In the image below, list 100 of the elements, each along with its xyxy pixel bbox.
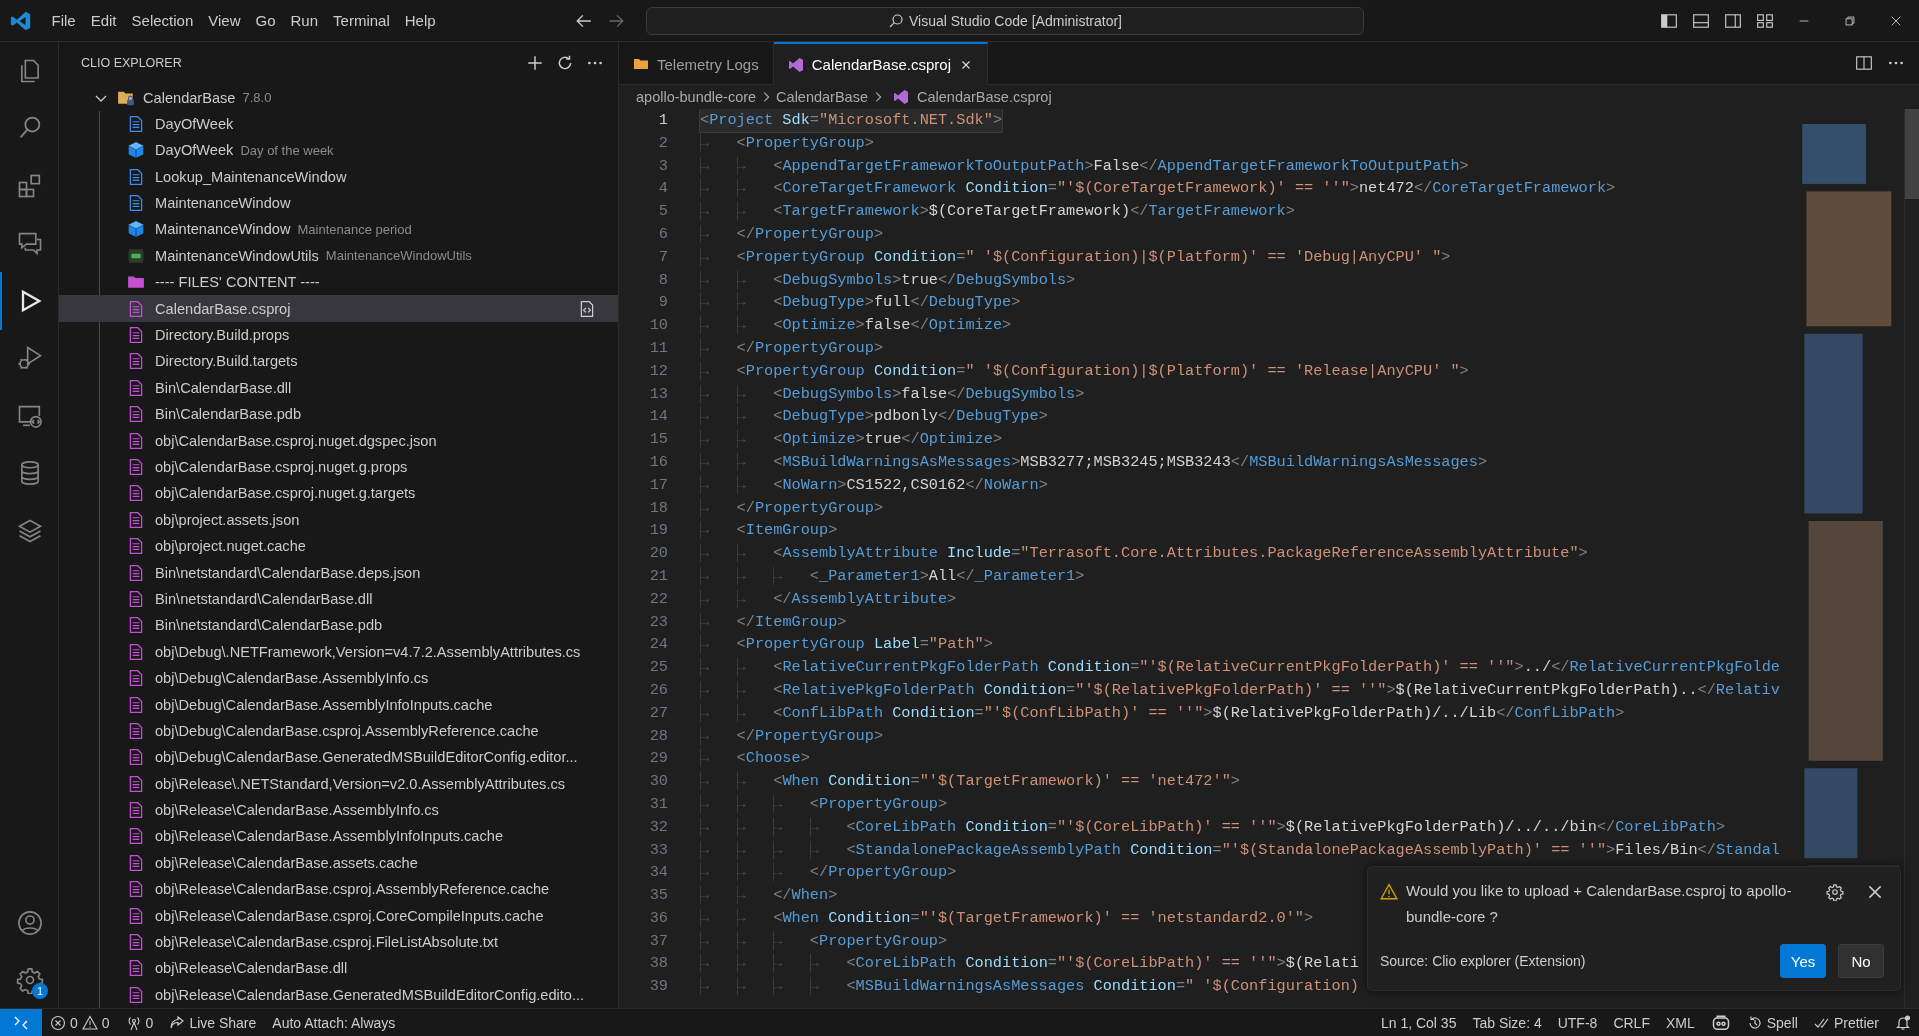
menu-item[interactable]: Selection	[124, 8, 201, 33]
file-icon	[127, 721, 145, 740]
tree-item-label: obj\Release\CalendarBase.AssemblyInfo.cs	[155, 802, 439, 819]
code-line: → <PropertyGroup Condition=" '$(Configuration)|$(Platform)' == 'Release|AnyCPU' ">	[700, 360, 1469, 382]
tree-item[interactable]: obj\CalendarBase.csproj.nuget.g.targets	[59, 480, 618, 507]
menu-item[interactable]: File	[44, 8, 84, 33]
tree-item[interactable]: CalendarBase.csproj	[59, 295, 618, 322]
code-line: → → → <_Parameter1>All</_Parameter1>	[700, 565, 1085, 587]
add-icon[interactable]	[526, 54, 544, 73]
tree-item[interactable]: CalendarBase 7.8.0	[59, 84, 618, 111]
tree-item[interactable]: obj\Release\CalendarBase.AssemblyInfoInputs.cache	[59, 823, 618, 850]
scrollbar[interactable]	[1904, 109, 1919, 1008]
line-number: 12	[648, 360, 668, 382]
tree-item[interactable]: MaintenanceWindowUtils MaintenanceWindowUtils	[59, 242, 618, 270]
line-number: 15	[648, 429, 668, 451]
editor-tab[interactable]: Telemetry Logs	[619, 42, 774, 84]
tree-item[interactable]: obj\Release\CalendarBase.GeneratedMSBuildEditorConfig.edito...	[59, 981, 618, 1008]
live-share-status[interactable]: Live Share	[161, 1009, 265, 1036]
code-line: → <PropertyGroup Condition=" '$(Configuration)|$(Platform)' == 'Debug|AnyCPU' ">	[700, 246, 1451, 268]
secondary-sidebar-icon[interactable]	[1724, 11, 1742, 30]
tree-item-label: obj\Release\CalendarBase.csproj.CoreCompileInputs.cache	[155, 907, 544, 924]
tree-item-label: obj\Release\.NETStandard,Version=v2.0.AssemblyAttributes.cs	[155, 775, 566, 792]
tree-item[interactable]: MaintenanceWindow	[59, 189, 618, 217]
tree-item[interactable]: DayOfWeek	[59, 110, 618, 138]
code-line: → → <RelativeCurrentPkgFolderPath Condition="'$(RelativeCurrentPkgFolderPath)' == ''">../</RelativeCurrentPkgFolde	[700, 657, 1780, 679]
warning-icon	[1380, 883, 1398, 901]
open-file-icon[interactable]	[578, 299, 596, 318]
share-arrow-icon	[169, 1014, 186, 1031]
tree-item[interactable]: obj\Debug\CalendarBase.csproj.AssemblyReference.cache	[59, 717, 618, 745]
prettier-status[interactable]: Prettier	[1805, 1009, 1887, 1036]
menu-item[interactable]: Run	[283, 8, 326, 33]
tree-item[interactable]: Directory.Build.props	[59, 321, 618, 349]
sidebar-toggle-icon[interactable]	[1660, 11, 1678, 30]
tree-item[interactable]: obj\CalendarBase.csproj.nuget.dgspec.json	[59, 427, 618, 454]
tree-item[interactable]: DayOfWeek Day of the week	[59, 137, 618, 164]
tree-item[interactable]: obj\Debug\CalendarBase.AssemblyInfoInputs.cache	[59, 691, 618, 718]
tree-item[interactable]: Bin\netstandard\CalendarBase.dll	[59, 585, 618, 613]
command-center-search[interactable]: Visual Studio Code [Administrator]	[646, 6, 1364, 35]
file-icon	[127, 299, 145, 318]
file-icon	[127, 933, 145, 951]
split-editor-icon[interactable]	[1855, 54, 1873, 72]
tree-item[interactable]: obj\project.nuget.cache	[59, 532, 618, 560]
tree-item[interactable]: obj\Debug\CalendarBase.GeneratedMSBuildEditorConfig.editor...	[59, 744, 618, 771]
notification-button[interactable]: No	[1838, 944, 1884, 978]
file-icon	[127, 959, 145, 978]
status-item[interactable]: XML	[1657, 1009, 1703, 1036]
breadcrumb-item[interactable]: CalendarBase.csproj	[917, 89, 1052, 105]
problems-status[interactable]: 0 0	[42, 1009, 118, 1036]
tree-item[interactable]: Directory.Build.targets	[59, 348, 618, 375]
breadcrumb-item[interactable]: apollo-bundle-core	[636, 89, 757, 105]
settings-icon[interactable]	[1826, 883, 1844, 901]
tree-item[interactable]: Bin\CalendarBase.dll	[59, 374, 618, 401]
line-number: 3	[657, 155, 668, 177]
spell-status[interactable]: Spell	[1738, 1009, 1806, 1036]
code-line: → <ItemGroup>	[700, 520, 838, 542]
close-icon[interactable]	[1866, 883, 1884, 901]
layout-icon[interactable]	[1756, 11, 1774, 30]
history-icon	[1746, 1014, 1763, 1031]
restore-icon[interactable]	[1843, 13, 1857, 28]
breadcrumb-item[interactable]: CalendarBase	[776, 89, 868, 105]
code-line: → </PropertyGroup>	[700, 223, 884, 245]
menu-item[interactable]: View	[200, 8, 248, 33]
tree-item[interactable]: obj\Release\CalendarBase.csproj.AssemblyReference.cache	[59, 876, 618, 903]
tree-item[interactable]: MaintenanceWindow Maintenance period	[59, 216, 618, 243]
tree-item[interactable]: obj\Release\CalendarBase.assets.cache	[59, 849, 618, 877]
tree-item[interactable]: Bin\netstandard\CalendarBase.deps.json	[59, 559, 618, 586]
tree-item[interactable]: obj\Release\CalendarBase.AssemblyInfo.cs	[59, 796, 618, 824]
status-item[interactable]: Ln 1, Col 35	[1372, 1009, 1465, 1036]
tree-item[interactable]: Bin\netstandard\CalendarBase.pdb	[59, 612, 618, 639]
tree-item-label: obj\project.nuget.cache	[155, 538, 306, 555]
status-item[interactable]: Auto Attach: Always	[264, 1009, 404, 1036]
tree-item[interactable]: obj\Release\.NETStandard,Version=v2.0.AssemblyAttributes.cs	[59, 770, 618, 797]
app-logo-icon	[10, 9, 32, 32]
activity-bar-item[interactable]: 1	[0, 951, 58, 1008]
code-line: → </PropertyGroup>	[700, 725, 884, 747]
menu-item[interactable]: Terminal	[325, 8, 398, 33]
tree-item[interactable]: obj\Release\CalendarBase.csproj.CoreCompileInputs.cache	[59, 902, 618, 929]
tree-item[interactable]: obj\project.assets.json	[59, 506, 618, 533]
remote-icon	[13, 1014, 29, 1031]
notification-badge: 1	[32, 983, 48, 999]
tree-item[interactable]: Bin\CalendarBase.pdb	[59, 401, 618, 428]
status-item[interactable]: CRLF	[1605, 1009, 1658, 1036]
tree-item[interactable]: Lookup_MaintenanceWindow	[59, 163, 618, 190]
status-item[interactable]: Tab Size: 4	[1464, 1009, 1550, 1036]
tree-item[interactable]: ---- FILES' CONTENT ----	[59, 269, 618, 296]
status-item[interactable]: UTF-8	[1549, 1009, 1606, 1036]
notification-button[interactable]: Yes	[1780, 944, 1826, 978]
menu-item[interactable]: Help	[397, 8, 444, 33]
code-line: → → <Optimize>false</Optimize>	[700, 315, 1012, 337]
menu-item[interactable]: Go	[248, 8, 283, 33]
tree-item[interactable]: obj\Release\CalendarBase.dll	[59, 955, 618, 982]
tree-item[interactable]: obj\Debug\.NETFramework,Version=v4.7.2.AssemblyAttributes.cs	[59, 638, 618, 665]
tree-item[interactable]: obj\Release\CalendarBase.csproj.FileListAbsolute.txt	[59, 928, 618, 956]
ports-status[interactable]: 0	[117, 1009, 162, 1036]
menu-item[interactable]: Edit	[83, 8, 125, 33]
code-line: → → <RelativePkgFolderPath Condition="'$(RelativePkgFolderPath)' == ''">$(RelativeCurrentPkgFolderPath)..</Relativ	[700, 679, 1780, 701]
panel-toggle-icon[interactable]	[1692, 11, 1710, 30]
tree-item[interactable]: obj\Debug\CalendarBase.AssemblyInfo.cs	[59, 664, 618, 692]
tree-item[interactable]: obj\CalendarBase.csproj.nuget.g.props	[59, 453, 618, 481]
editor-tab[interactable]: CalendarBase.csproj	[773, 42, 988, 85]
